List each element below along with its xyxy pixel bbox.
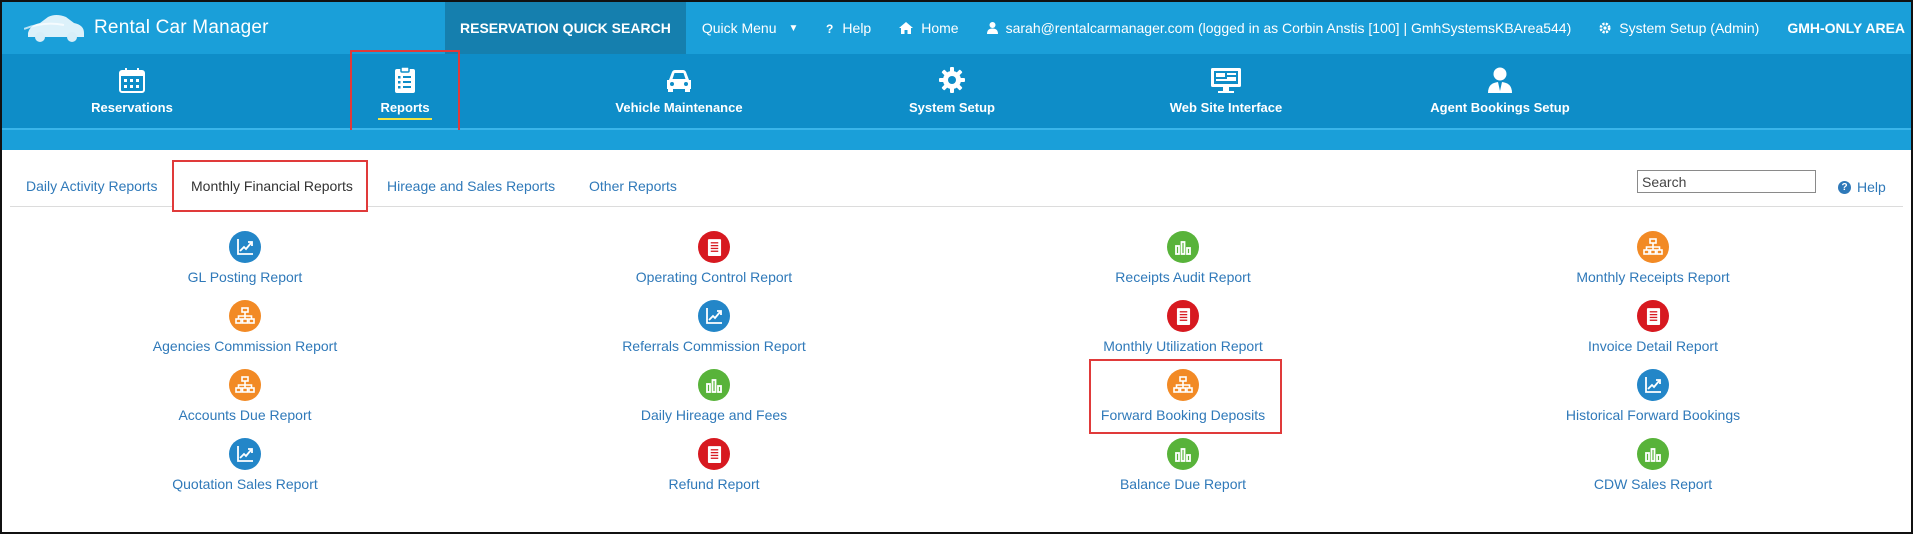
forward-booking-deposits-highlight [1089,359,1282,434]
module-label: Vehicle Maintenance [615,100,743,115]
report-label[interactable]: Quotation Sales Report [172,476,318,492]
module-agent-bookings-setup[interactable]: Agent Bookings Setup [1418,54,1582,130]
report-item[interactable]: Quotation Sales Report [105,438,385,492]
report-label[interactable]: Invoice Detail Report [1588,338,1718,354]
car-icon [667,70,691,92]
report-item[interactable]: GL Posting Report [105,231,385,285]
report-label[interactable]: Accounts Due Report [178,407,311,423]
report-item[interactable]: Receipts Audit Report [1043,231,1323,285]
system-setup-admin-link[interactable]: System Setup (Admin) [1585,2,1773,54]
help-top-link[interactable]: ? Help [812,2,885,54]
module-system-setup[interactable]: System Setup [892,54,1012,130]
calendar-icon [119,68,145,93]
chart-icon [229,231,261,263]
report-label[interactable]: Referrals Commission Report [622,338,806,354]
top-bar: Rental Car Manager RESERVATION QUICK SEA… [2,2,1911,54]
document-icon [1637,300,1669,332]
hierarchy-icon [1637,231,1669,263]
help-label: Help [1857,179,1886,195]
report-item[interactable]: Daily Hireage and Fees [574,369,854,423]
report-item[interactable]: Refund Report [574,438,854,492]
question-circle-icon: ? [1838,180,1851,194]
home-label: Home [921,20,959,36]
report-item[interactable]: CDW Sales Report [1513,438,1793,492]
app-title: Rental Car Manager [94,17,269,38]
module-bar: Reservations Reports Vehicle Maintenance [2,54,1911,130]
quick-menu-label: Quick Menu [701,20,777,36]
gmh-only-area-link[interactable]: GMH-ONLY AREA [1773,2,1911,54]
bar-chart-icon [1637,438,1669,470]
module-vehicle-maintenance[interactable]: Vehicle Maintenance [602,54,756,130]
module-label: Agent Bookings Setup [1430,100,1570,115]
car-logo-icon [24,15,84,42]
tab-hireage-and-sales-reports[interactable]: Hireage and Sales Reports [387,178,555,194]
monitor-icon [1211,68,1241,93]
hierarchy-icon [229,300,261,332]
help-top-label: Help [842,20,872,36]
hierarchy-icon [229,369,261,401]
home-icon [899,22,914,34]
report-item[interactable]: Agencies Commission Report [105,300,385,354]
report-label[interactable]: Monthly Utilization Report [1103,338,1263,354]
report-label[interactable]: Balance Due Report [1120,476,1246,492]
quick-menu-dropdown[interactable]: Quick Menu ▼ [686,2,813,54]
report-label[interactable]: Refund Report [668,476,759,492]
caret-down-icon: ▼ [788,22,799,34]
tab-other-reports[interactable]: Other Reports [589,178,677,194]
report-label[interactable]: Agencies Commission Report [153,338,337,354]
home-link[interactable]: Home [885,2,972,54]
chart-icon [229,438,261,470]
report-item[interactable]: Monthly Utilization Report [1043,300,1323,354]
module-reservations[interactable]: Reservations [72,54,192,130]
bar-chart-icon [1167,438,1199,470]
report-label[interactable]: Monthly Receipts Report [1576,269,1729,285]
report-label[interactable]: CDW Sales Report [1594,476,1712,492]
agent-icon [1488,67,1512,93]
header-strip [2,130,1911,150]
chart-icon [1637,369,1669,401]
question-icon: ? [826,22,833,34]
report-item[interactable]: Operating Control Report [574,231,854,285]
user-account-link[interactable]: sarah@rentalcarmanager.com (logged in as… [973,2,1586,54]
module-web-site-interface[interactable]: Web Site Interface [1151,54,1301,130]
bar-chart-icon [1167,231,1199,263]
reports-module-highlight [350,50,460,138]
document-icon [698,438,730,470]
report-label[interactable]: Daily Hireage and Fees [641,407,787,423]
user-icon [986,22,998,34]
gear-icon [939,67,965,93]
app-window: Rental Car Manager RESERVATION QUICK SEA… [0,0,1913,534]
module-label: System Setup [909,100,995,115]
reservation-quick-search-button[interactable]: RESERVATION QUICK SEARCH [445,2,686,54]
report-item[interactable]: Balance Due Report [1043,438,1323,492]
help-link[interactable]: ? Help [1838,179,1886,195]
document-icon [1167,300,1199,332]
report-item[interactable]: Accounts Due Report [105,369,385,423]
report-item[interactable]: Referrals Commission Report [574,300,854,354]
user-label: sarah@rentalcarmanager.com (logged in as… [1005,20,1572,36]
brand[interactable]: Rental Car Manager [24,12,269,44]
report-item[interactable]: Historical Forward Bookings [1513,369,1793,423]
report-item[interactable]: Invoice Detail Report [1513,300,1793,354]
report-label[interactable]: Historical Forward Bookings [1566,407,1740,423]
gmh-only-label: GMH-ONLY AREA [1787,20,1906,36]
chart-icon [698,300,730,332]
report-tabs: Daily Activity Reports Monthly Financial… [2,150,1911,212]
quick-search-label: RESERVATION QUICK SEARCH [460,20,671,36]
tab-monthly-financial-reports[interactable]: Monthly Financial Reports [191,178,353,194]
tab-daily-activity-reports[interactable]: Daily Activity Reports [26,178,157,194]
cog-icon [1599,22,1611,34]
module-label: Reservations [91,100,173,115]
report-label[interactable]: Operating Control Report [636,269,792,285]
module-label: Web Site Interface [1169,100,1283,115]
report-label[interactable]: Receipts Audit Report [1115,269,1250,285]
bar-chart-icon [698,369,730,401]
svg-text:?: ? [826,22,833,34]
report-item[interactable]: Monthly Receipts Report [1513,231,1793,285]
search-input[interactable] [1637,170,1816,193]
system-setup-admin-label: System Setup (Admin) [1619,20,1760,36]
report-label[interactable]: GL Posting Report [188,269,303,285]
document-icon [698,231,730,263]
top-nav: RESERVATION QUICK SEARCH Quick Menu ▼ ? … [445,2,1911,54]
